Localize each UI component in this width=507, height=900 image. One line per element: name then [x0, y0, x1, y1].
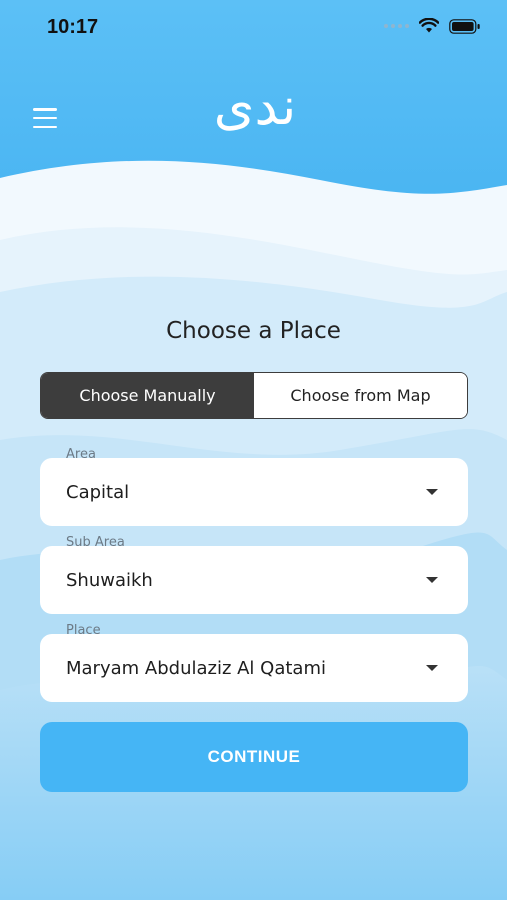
tab-choose-from-map[interactable]: Choose from Map — [254, 373, 467, 418]
wifi-icon — [419, 18, 439, 33]
status-time: 10:17 — [47, 16, 99, 38]
place-dropdown[interactable]: Maryam Abdulaziz Al Qatami — [40, 634, 468, 702]
status-icons — [384, 18, 481, 34]
place-label: Place — [66, 623, 101, 638]
sub-area-label: Sub Area — [66, 535, 125, 550]
place-mode-tabs: Choose Manually Choose from Map — [40, 372, 468, 419]
app-logo: ندى — [214, 77, 296, 137]
area-label: Area — [66, 447, 96, 462]
signal-icon — [384, 24, 409, 28]
chevron-down-icon — [426, 489, 438, 495]
battery-icon — [449, 18, 480, 34]
place-value: Maryam Abdulaziz Al Qatami — [66, 657, 326, 679]
area-dropdown[interactable]: Capital — [40, 458, 468, 526]
page-title: Choose a Place — [166, 318, 341, 344]
sub-area-value: Shuwaikh — [66, 569, 153, 591]
hamburger-menu-icon — [33, 108, 57, 111]
sub-area-dropdown[interactable]: Shuwaikh — [40, 546, 468, 614]
menu-button[interactable] — [33, 108, 57, 128]
chevron-down-icon — [426, 577, 438, 583]
continue-button[interactable]: CONTINUE — [40, 722, 468, 792]
svg-text:ندى: ندى — [214, 77, 296, 137]
tab-choose-manually[interactable]: Choose Manually — [41, 373, 254, 418]
chevron-down-icon — [426, 665, 438, 671]
status-bar: 10:17 — [0, 0, 507, 56]
area-value: Capital — [66, 481, 130, 503]
